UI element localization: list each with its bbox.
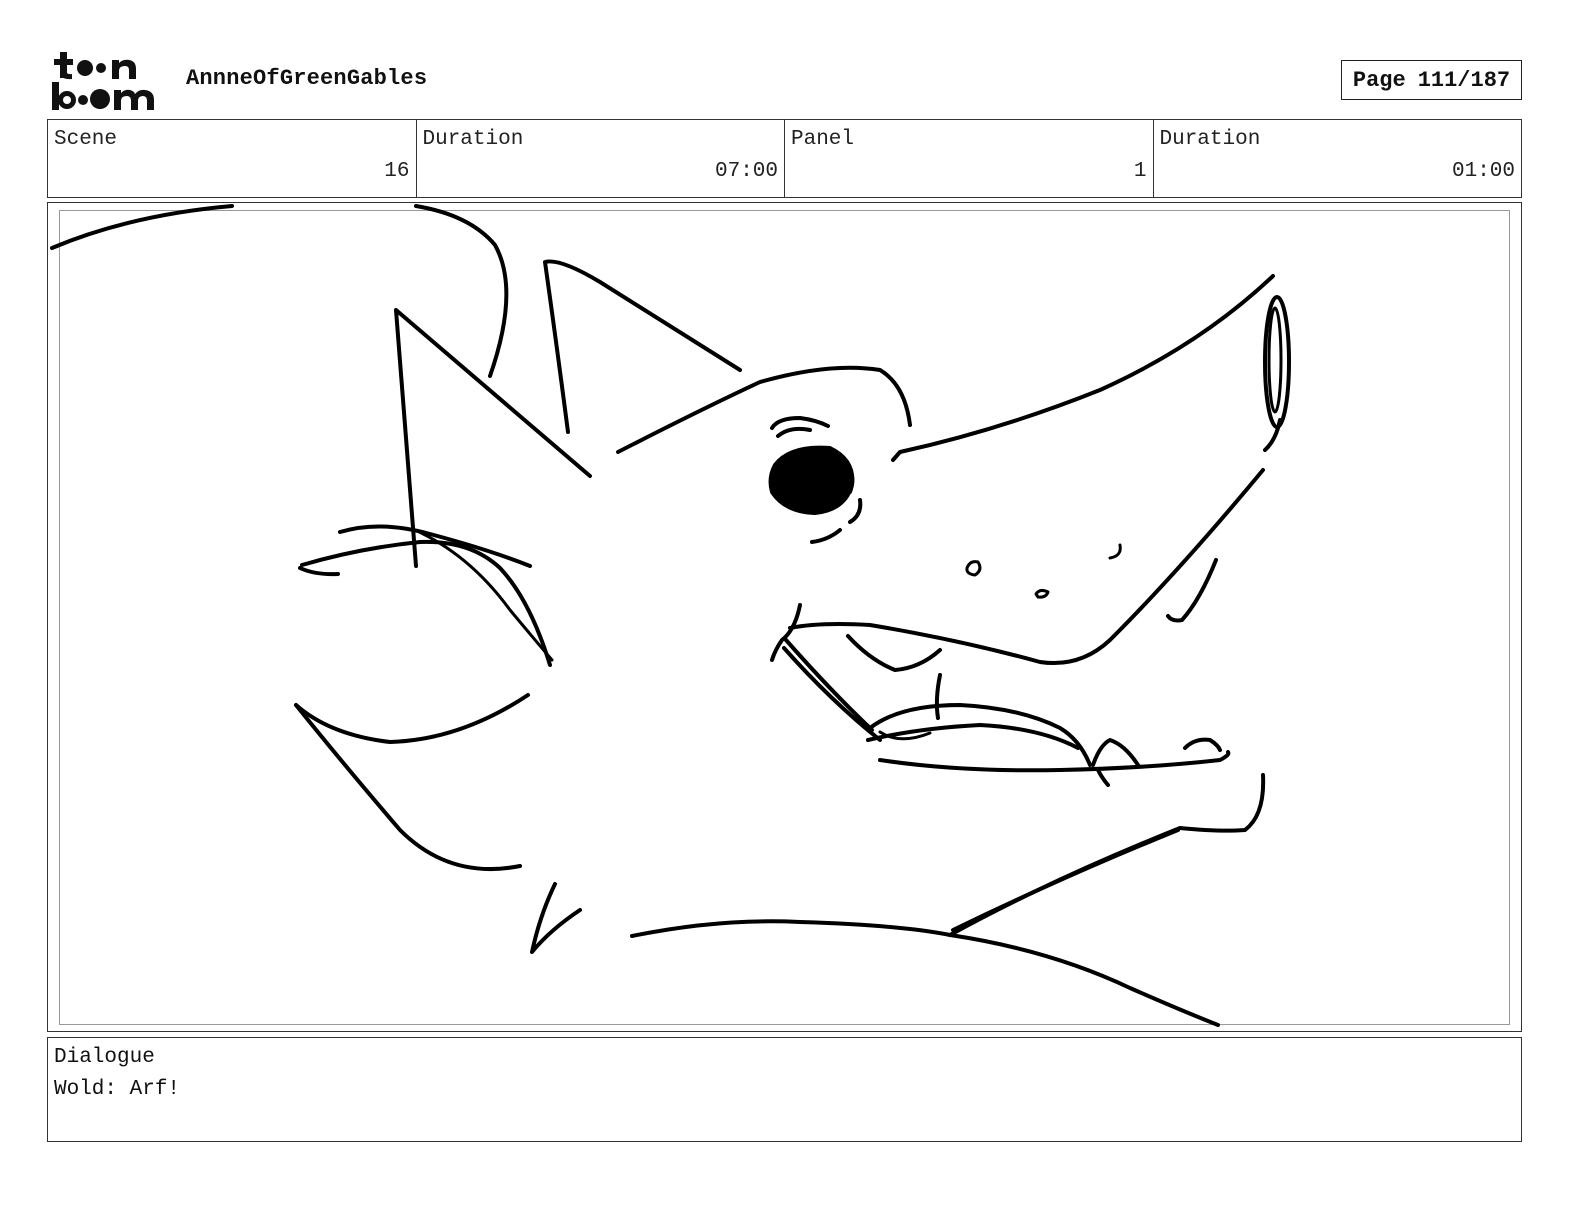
scene-value: 16 xyxy=(384,160,410,183)
page-label: Page xyxy=(1352,67,1406,93)
project-title: AnnneOfGreenGables xyxy=(186,66,428,91)
panel-cell: Panel 1 xyxy=(785,120,1154,197)
scene-duration-cell: Duration 07:00 xyxy=(417,120,785,197)
panel-duration-cell: Duration 01:00 xyxy=(1154,120,1522,197)
dialogue-box: Dialogue Wold: Arf! xyxy=(47,1037,1522,1142)
panel-duration-label: Duration xyxy=(1159,128,1261,151)
toon-boom-logo xyxy=(52,52,154,110)
page-indicator: Page 111/187 xyxy=(1341,60,1522,100)
panel-duration-value: 01:00 xyxy=(1451,160,1515,183)
scene-label: Scene xyxy=(54,128,118,151)
wolf-sketch-drawing xyxy=(50,204,1291,1027)
scene-duration-label: Duration xyxy=(422,128,524,151)
panel-label: Panel xyxy=(791,128,855,151)
dialogue-label: Dialogue xyxy=(54,1046,155,1069)
scene-duration-value: 07:00 xyxy=(714,160,778,183)
dialogue-text: Wold: Arf! xyxy=(54,1078,181,1101)
scene-info-strip: Scene 16 Duration 07:00 Panel 1 Duration… xyxy=(47,119,1522,198)
scene-cell: Scene 16 xyxy=(48,120,417,197)
panel-value: 1 xyxy=(1133,160,1147,183)
page-number: 111/187 xyxy=(1417,67,1511,93)
